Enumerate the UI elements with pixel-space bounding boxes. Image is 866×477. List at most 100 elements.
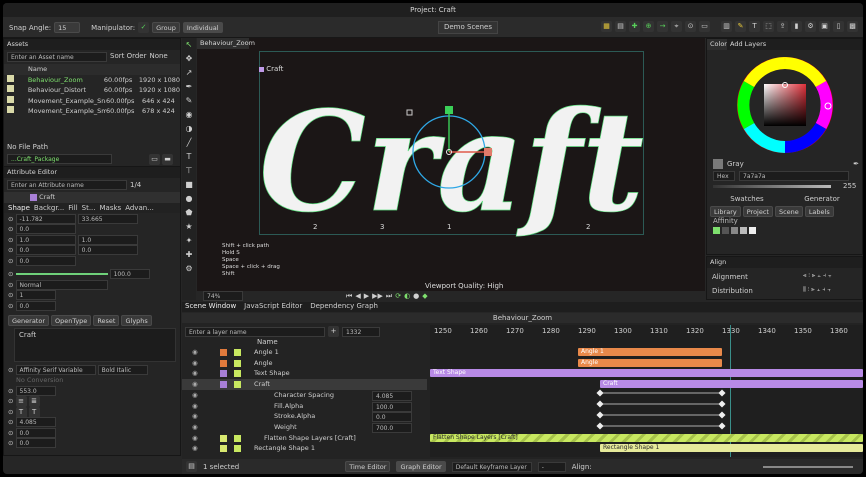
layer-value-input[interactable]: 4.085 xyxy=(372,390,412,401)
scale-y-input[interactable]: 1.0 xyxy=(77,234,138,245)
folder-icon[interactable]: ▭ xyxy=(149,154,160,165)
asset-item[interactable]: Movement_Example_Snap 60.00fps 646 x 424 xyxy=(4,95,180,107)
spacing-input[interactable]: 4.085 xyxy=(15,417,56,427)
color-mode-select[interactable]: Hex xyxy=(713,171,735,181)
keyframe-value-input[interactable]: - xyxy=(537,461,566,472)
value2-input[interactable]: 0.0 xyxy=(15,300,56,311)
value-a-input[interactable]: 0.0 xyxy=(15,427,56,438)
generator-tab[interactable]: Generator xyxy=(804,195,840,203)
move-icon[interactable]: ✚ xyxy=(629,21,640,32)
visibility-eye-icon[interactable]: ◉ xyxy=(192,347,198,358)
settings-icon[interactable]: ⚙ xyxy=(805,21,816,32)
loop-icon[interactable]: ⟳ xyxy=(395,292,401,300)
grid-icon[interactable]: ▤ xyxy=(615,21,626,32)
distribute-hcenter-icon[interactable]: ⫶ xyxy=(808,286,810,294)
scale-x-input[interactable]: 1.0 xyxy=(15,234,76,245)
text-tool-icon[interactable]: T xyxy=(182,150,196,164)
camera-tool-icon[interactable]: ◉ xyxy=(182,108,196,122)
frame-icon[interactable]: ⬚ xyxy=(763,21,774,32)
attribute-tab[interactable]: Fill xyxy=(68,204,77,212)
library-tab[interactable]: Library xyxy=(710,206,741,217)
opacity-input[interactable]: 100.0 xyxy=(109,269,150,279)
asset-item[interactable]: Movement_Example_Smooth60.00fps 678 x 424 xyxy=(4,106,180,117)
pen-tool-icon[interactable]: ✒ xyxy=(182,80,196,94)
layer-lock-swatch[interactable] xyxy=(234,445,241,453)
asset-item[interactable]: Behaviour_Distort 60.00fps 1920 x 1080 xyxy=(4,85,180,96)
swatch-white[interactable] xyxy=(749,227,756,234)
rot-x-input[interactable]: 0.0 xyxy=(15,245,76,255)
align-tab[interactable]: Align xyxy=(707,257,862,268)
zoom-select[interactable]: 74% xyxy=(203,291,243,301)
text-content-box[interactable]: Craft xyxy=(14,327,176,362)
arrow-right-icon[interactable]: → xyxy=(657,21,668,32)
play-icon[interactable]: ▶ xyxy=(364,292,369,300)
select-tool-icon[interactable]: ↖ xyxy=(182,38,196,52)
gear-tool-icon[interactable]: ⚙ xyxy=(182,262,196,276)
timeline[interactable]: 1250126012701280129013001310132013301340… xyxy=(430,325,863,457)
visibility-eye-icon[interactable]: ◉ xyxy=(192,422,198,433)
sparkle-tool-icon[interactable]: ✦ xyxy=(182,234,196,248)
dependency-graph-tab[interactable]: Dependency Graph xyxy=(310,302,378,312)
time-editor-button[interactable]: Time Editor xyxy=(345,461,391,472)
visibility-eye-icon[interactable]: ◉ xyxy=(192,358,198,369)
attribute-tab[interactable]: Masks xyxy=(100,204,122,212)
layer-lock-swatch[interactable] xyxy=(234,381,241,389)
demo-scenes-button[interactable]: Demo Scenes xyxy=(438,21,498,34)
add-tool-icon[interactable]: ✚ xyxy=(182,248,196,262)
distribute-h-icon[interactable]: ⫼ xyxy=(803,286,806,294)
layer-row[interactable]: ◉ Craft xyxy=(182,379,427,390)
polygon-tool-icon[interactable]: ⬟ xyxy=(182,206,196,220)
layer-row[interactable]: ◉ Weight 700.0 xyxy=(182,422,427,433)
align-right-edge-icon[interactable]: ⫸ xyxy=(812,272,815,280)
craft-text-shape[interactable]: Craft xyxy=(259,80,645,244)
rot-y-input[interactable]: 0.0 xyxy=(77,245,138,255)
keyframe-icon[interactable]: ◆ xyxy=(422,292,427,300)
window-layout-icon[interactable]: ▥ xyxy=(721,21,732,32)
text-t-icon[interactable]: T xyxy=(15,406,27,418)
hex-input[interactable]: 7a7a7a xyxy=(739,171,849,181)
text-t2-icon[interactable]: T xyxy=(28,406,40,418)
swatch-mid[interactable] xyxy=(731,227,738,234)
distribute-right-icon[interactable]: ⫸ xyxy=(811,286,814,294)
visibility-eye-icon[interactable]: ◉ xyxy=(192,390,198,401)
distribute-vcenter-icon[interactable]: ⫞ xyxy=(822,286,825,294)
font-select[interactable]: Affinity Serif Variable xyxy=(15,364,96,375)
opacity-slider[interactable] xyxy=(15,273,108,275)
swatch-dark[interactable] xyxy=(722,227,729,234)
layer-value-input[interactable]: 0.0 xyxy=(372,412,412,423)
alpha-value[interactable]: 255 xyxy=(843,182,856,190)
keyframe-layer-select[interactable]: Default Keyframe Layer xyxy=(451,461,532,472)
assets-tab[interactable]: Assets xyxy=(4,39,180,50)
onion-icon[interactable]: ◐ xyxy=(404,292,410,300)
ellipse-tool-icon[interactable]: ● xyxy=(182,192,196,206)
layer-row[interactable]: ◉ Flatten Shape Layers [Craft] xyxy=(182,433,427,444)
layer-row[interactable]: ◉ Character Spacing 4.085 xyxy=(182,390,427,401)
library-tab[interactable]: Labels xyxy=(804,206,834,217)
asset-search-input[interactable]: Enter an Asset name xyxy=(7,52,107,62)
layer-lock-swatch[interactable] xyxy=(234,349,241,356)
skip-end-icon[interactable]: ⏭ xyxy=(386,292,392,301)
rectangle-tool-icon[interactable]: ■ xyxy=(182,178,196,192)
x-axis-handle[interactable] xyxy=(484,148,492,156)
skip-start-icon[interactable]: ⏮ xyxy=(346,292,352,301)
node-tool-icon[interactable]: ↗ xyxy=(182,66,196,80)
alpha-slider[interactable] xyxy=(713,185,831,188)
layer-row[interactable]: ◉ Angle 1 xyxy=(182,347,427,358)
graph-editor-button[interactable]: Graph Editor xyxy=(396,461,446,472)
swatch-green[interactable] xyxy=(713,227,720,234)
swatches-tab[interactable]: Swatches xyxy=(730,195,763,203)
layer-row[interactable]: ◉ Text Shape xyxy=(182,368,427,379)
library-tab[interactable]: Project xyxy=(742,206,773,217)
prev-frame-icon[interactable]: ◀ xyxy=(355,292,360,300)
export-icon[interactable]: ⇪ xyxy=(777,21,788,32)
align-bottom-icon[interactable]: ⫟ xyxy=(828,272,832,280)
add-layer-icon[interactable]: + xyxy=(328,326,339,337)
align-left-edge-icon[interactable]: ⫷ xyxy=(803,272,806,280)
value1-input[interactable]: 1 xyxy=(15,290,56,300)
crosshair-icon[interactable]: ⌖ xyxy=(671,21,682,32)
javascript-editor-tab[interactable]: JavaScript Editor xyxy=(244,302,302,312)
blend-select[interactable]: Normal xyxy=(15,279,108,290)
individual-toggle[interactable]: Individual xyxy=(182,22,223,33)
brush-tool-icon[interactable]: ✎ xyxy=(182,94,196,108)
layer-lock-swatch[interactable] xyxy=(234,434,241,442)
